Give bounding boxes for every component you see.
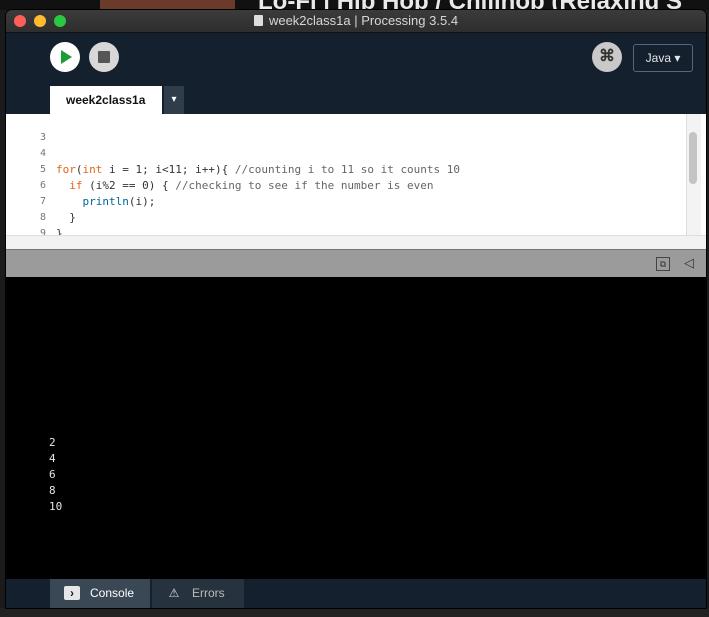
errors-tab-label: Errors bbox=[192, 586, 225, 600]
warning-icon: ⚠ bbox=[168, 586, 180, 600]
window-title: week2class1a | Processing 3.5.4 bbox=[6, 13, 706, 28]
collapse-triangle-icon[interactable]: ◁ bbox=[684, 255, 694, 271]
code-line: 6 println(i); bbox=[6, 162, 686, 208]
code-editor[interactable]: 3 4 for(int i = 1; i<11; i++){ //countin… bbox=[6, 114, 706, 235]
console-line: 2 bbox=[49, 436, 56, 449]
editor-scroll-thumb[interactable] bbox=[689, 132, 697, 184]
debugger-button[interactable]: ⌘ bbox=[592, 42, 622, 72]
tab-week2class1a[interactable]: week2class1a bbox=[50, 86, 162, 114]
run-button[interactable] bbox=[50, 42, 80, 72]
code-line: 3 bbox=[6, 114, 686, 143]
console-line: 6 bbox=[49, 468, 56, 481]
editor-status-strip bbox=[6, 235, 706, 250]
console-line: 10 bbox=[49, 500, 63, 513]
document-icon bbox=[253, 15, 263, 26]
window-title-text: week2class1a | Processing 3.5.4 bbox=[268, 13, 459, 28]
background-bottom bbox=[0, 608, 709, 617]
code-line: 9 } bbox=[6, 210, 686, 235]
console-header: ⧉ ◁ bbox=[6, 249, 706, 278]
code-line: 4 for(int i = 1; i<11; i++){ //counting … bbox=[6, 130, 686, 176]
bottom-tab-bar: › Console ⚠ Errors bbox=[6, 579, 706, 608]
butterfly-debugger-icon: ⌘ bbox=[599, 48, 615, 65]
console-line: 8 bbox=[49, 484, 56, 497]
mode-selector[interactable]: Java ▾ bbox=[633, 44, 693, 72]
console-tab-label: Console bbox=[90, 586, 135, 600]
tab-errors[interactable]: ⚠ Errors bbox=[152, 579, 244, 608]
console-line: 4 bbox=[49, 452, 56, 465]
processing-window: week2class1a | Processing 3.5.4 ⌘ Java ▾… bbox=[6, 10, 706, 608]
tab-console[interactable]: › Console bbox=[50, 579, 150, 608]
stop-button[interactable] bbox=[89, 42, 119, 72]
console-output[interactable]: 2 4 6 8 10 bbox=[6, 277, 706, 579]
code-line: 5 if (i%2 == 0) { //checking to see if t… bbox=[6, 146, 686, 192]
terminal-icon: › bbox=[64, 586, 80, 600]
code-line: 10 bbox=[6, 226, 686, 235]
copy-icon[interactable]: ⧉ bbox=[656, 257, 670, 271]
tab-menu-button[interactable]: ▾ bbox=[164, 86, 184, 114]
background-thumbnail bbox=[100, 0, 235, 10]
code-line: 7 } bbox=[6, 178, 686, 224]
title-bar: week2class1a | Processing 3.5.4 bbox=[6, 10, 706, 33]
code-line: 8 } bbox=[6, 194, 686, 235]
